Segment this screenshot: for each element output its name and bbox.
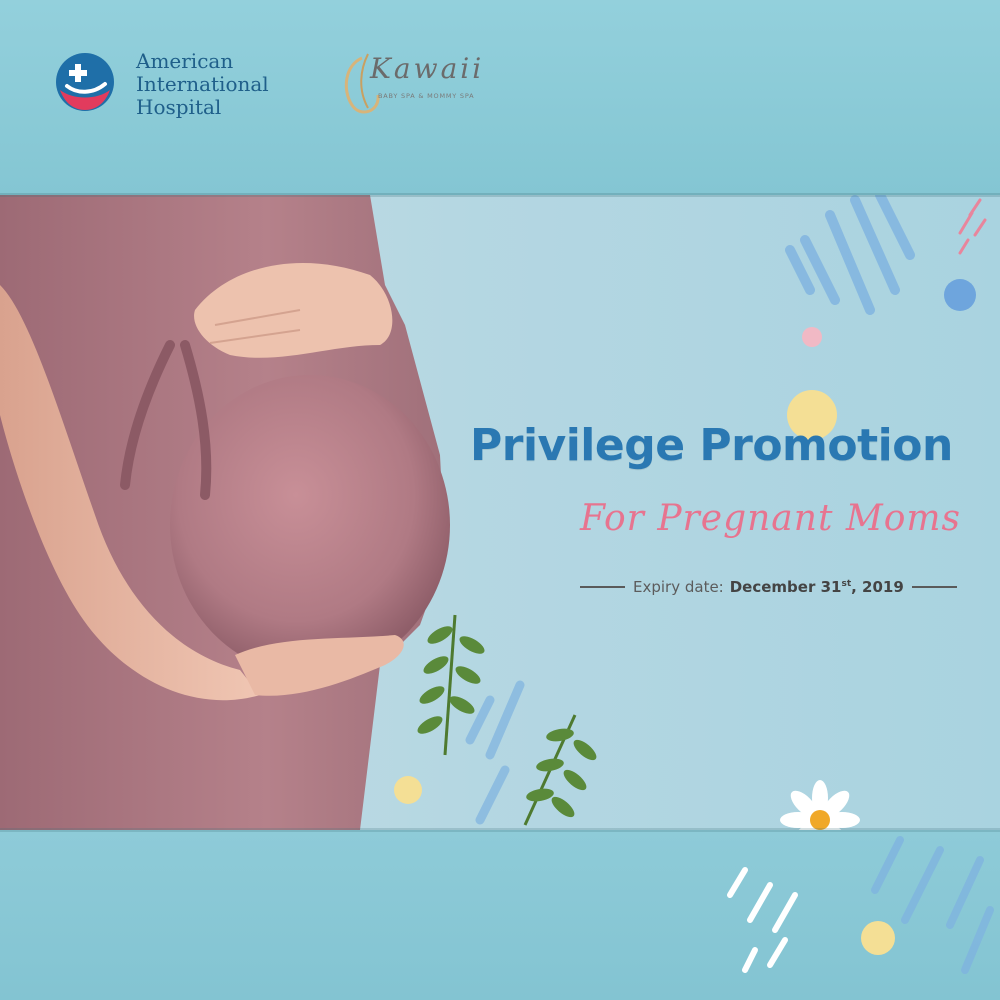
expiry-date-year: , 2019 [851, 578, 904, 596]
band-top-edge [0, 193, 1000, 197]
yellow-dot [394, 776, 422, 804]
right-divider [911, 586, 957, 588]
kawaii-name: Kawaii [370, 52, 485, 85]
hospital-name-line3: Hospital [136, 95, 222, 119]
bottom-confetti [727, 836, 994, 974]
expiry-line: Expiry date: December 31st, 2019 [580, 575, 960, 599]
band-bottom-edge [0, 828, 1000, 832]
hospital-name: American International Hospital [136, 50, 269, 119]
hospital-name-line1: American [136, 49, 234, 73]
expiry-date: December 31st, 2019 [730, 578, 904, 596]
cross-hands-icon [56, 53, 114, 111]
expiry-date-main: December 31 [729, 578, 842, 596]
hospital-name-line2: International [136, 72, 269, 96]
promo-subheadline: For Pregnant Moms [580, 498, 962, 539]
daisy-flower [780, 780, 860, 830]
promo-headline: Privilege Promotion [470, 420, 953, 471]
expiry-label: Expiry date: [633, 578, 724, 596]
left-divider [580, 586, 625, 588]
expiry-date-suffix: st [841, 579, 852, 589]
kawaii-tagline: BABY SPA & MOMMY SPA [378, 92, 475, 100]
yellow-dot [861, 921, 895, 955]
